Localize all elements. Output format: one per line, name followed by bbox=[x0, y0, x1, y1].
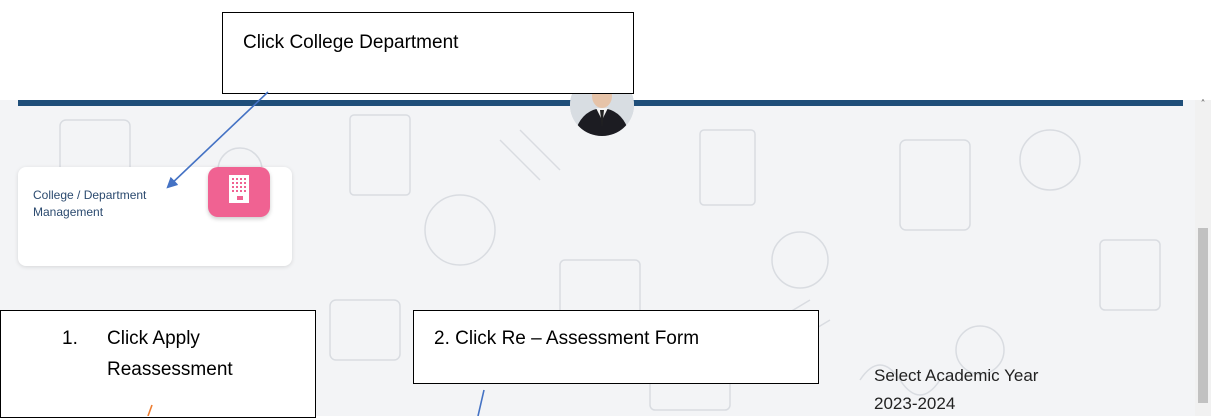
academic-year-label: Select Academic Year bbox=[874, 366, 1039, 385]
scroll-up-icon[interactable]: ˄ bbox=[1195, 98, 1211, 112]
college-department-card[interactable]: College / Department Management bbox=[18, 167, 292, 266]
step1-line1: Click Apply bbox=[107, 328, 200, 349]
callout-text: Click College Department bbox=[243, 32, 459, 53]
callout-click-college-department: Click College Department bbox=[222, 12, 634, 94]
step1-number: 1. bbox=[62, 328, 78, 349]
card-label[interactable]: College / Department Management bbox=[33, 187, 183, 221]
card-label-line1: College / Department bbox=[33, 188, 147, 202]
step2-text: 2. Click Re – Assessment Form bbox=[434, 328, 700, 349]
card-icon-tile[interactable] bbox=[208, 167, 270, 217]
academic-year-value[interactable]: 2023-2024 bbox=[874, 394, 955, 414]
callout-step2: 2. Click Re – Assessment Form bbox=[413, 310, 819, 384]
step1-line2: Reassessment bbox=[107, 359, 233, 380]
scrollbar-thumb[interactable] bbox=[1198, 228, 1208, 403]
callout-step1: 1. Click Apply Reassessment bbox=[0, 310, 316, 418]
card-label-line2: Management bbox=[33, 205, 104, 219]
building-icon bbox=[229, 175, 249, 203]
